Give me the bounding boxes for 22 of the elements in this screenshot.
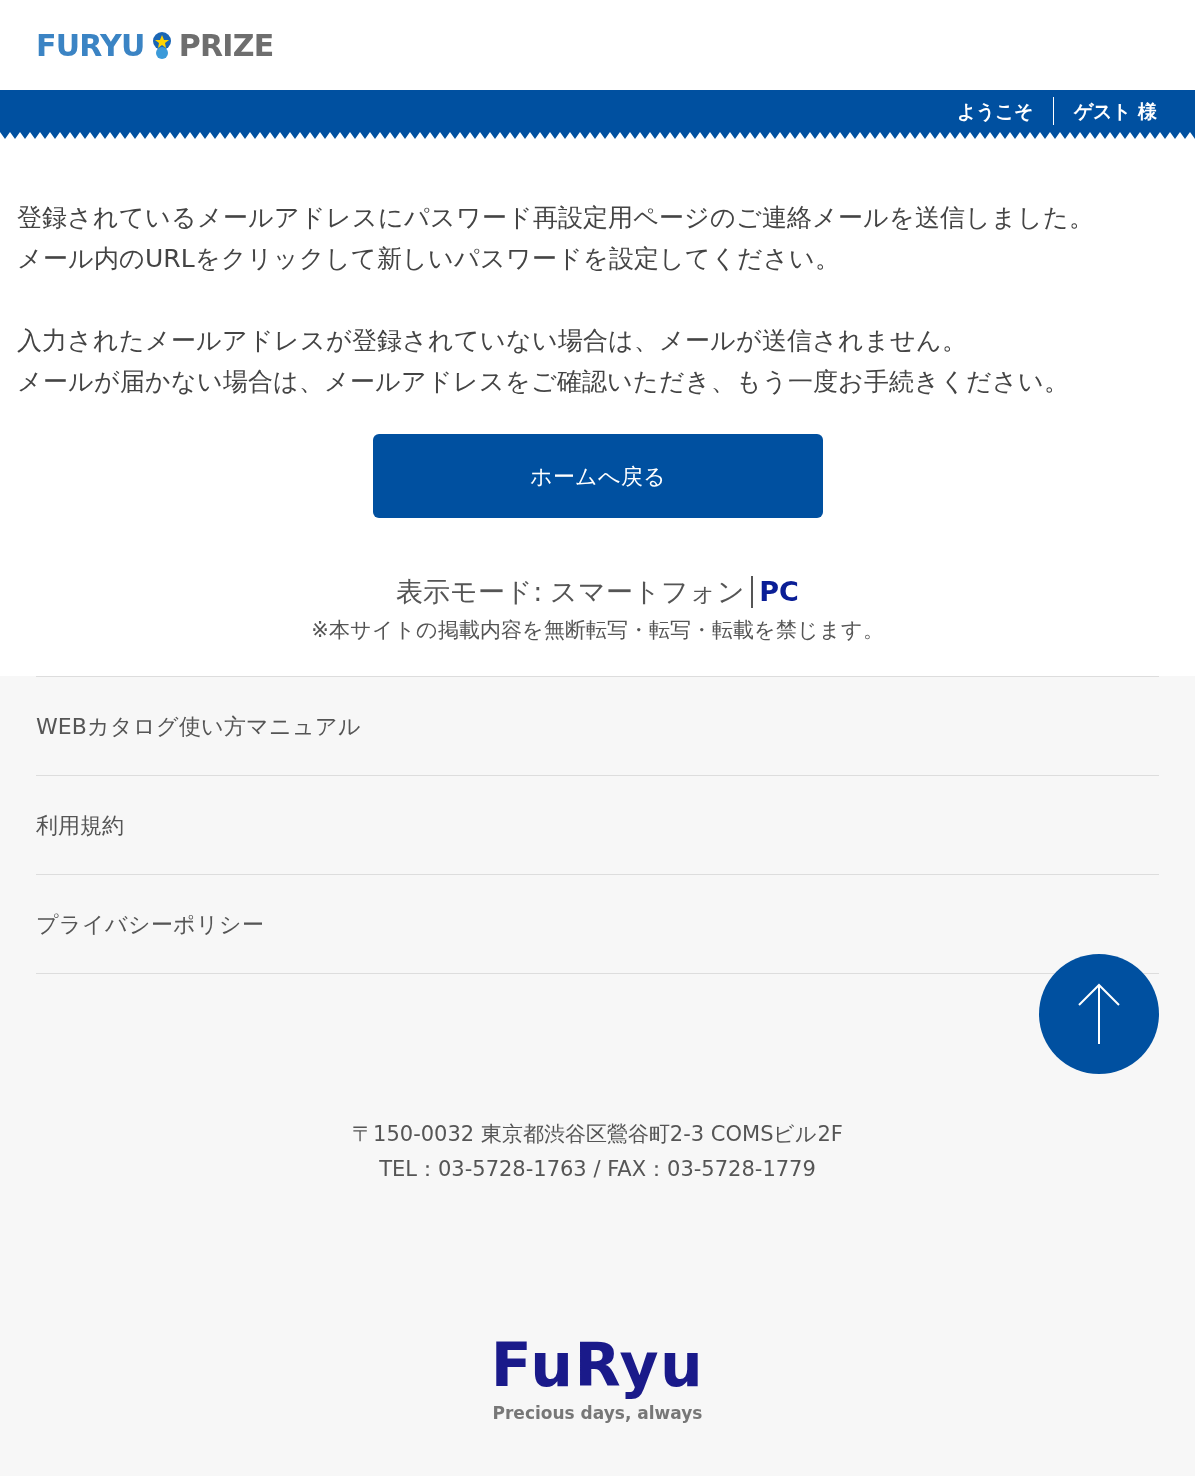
up-arrow-icon	[1077, 982, 1121, 1046]
message-text: メール内のURLをクリックして新しいパスワードを設定してください。	[17, 243, 841, 275]
home-button[interactable]: ホームへ戻る	[372, 434, 823, 518]
address-text: TEL：03-5728-1763 / FAX：03-5728-1779	[379, 1156, 816, 1183]
address-text: 〒150-0032 東京都渋谷区鶯谷町2-3 COMSビル2F	[352, 1121, 843, 1148]
copyright-notice: ※本サイトの掲載内容を無断転写・転写・転載を禁じます。	[310, 616, 885, 644]
message-text: 入力されたメールアドレスが登録されていない場合は、メールが送信されません。	[17, 325, 968, 357]
footer-link[interactable]: 利用規約	[36, 808, 124, 842]
message-text: 登録されているメールアドレスにパスワード再設定用ページのご連絡メールを送信しました。	[17, 202, 1095, 234]
message-text: メールが届かない場合は、メールアドレスをご確認いただき、もう一度お手続きください。	[17, 366, 1070, 398]
display-mode-label: 表示モード:	[396, 575, 543, 609]
footer-link[interactable]: プライバシーポリシー	[36, 907, 264, 941]
logo-text: FURYU	[36, 26, 145, 65]
footer-link[interactable]: WEBカタログ使い方マニュアル	[36, 709, 361, 743]
logo[interactable]: FURYU PRIZE	[36, 22, 274, 68]
logo-text: PRIZE	[178, 26, 274, 65]
brand-tagline: Precious days, always	[492, 1402, 703, 1425]
brand-logo: FuRyu	[490, 1329, 705, 1401]
display-mode-link[interactable]: PC	[759, 572, 799, 613]
display-mode-link[interactable]: スマートフォン	[550, 572, 746, 613]
welcome-text: ようこそ	[957, 97, 1055, 125]
user-name: ゲスト 様	[1073, 98, 1157, 124]
